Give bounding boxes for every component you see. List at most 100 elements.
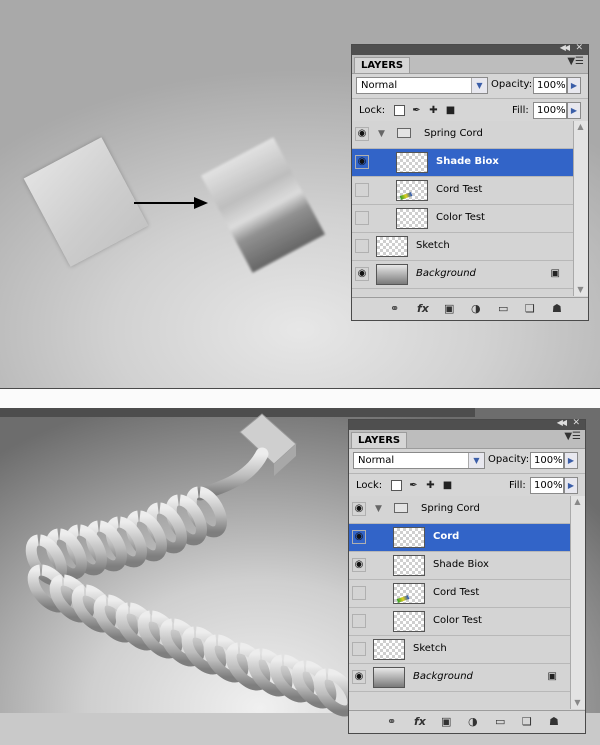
scroll-down-icon[interactable]: ▼ — [571, 697, 584, 709]
lock-brush-icon[interactable]: ✒ — [411, 105, 422, 116]
visibility-eye-icon[interactable] — [352, 530, 366, 544]
tab-layers[interactable]: LAYERS — [351, 432, 408, 448]
layer-thumbnail — [376, 264, 408, 285]
trash-icon[interactable]: ☗ — [549, 715, 559, 728]
layer-row[interactable]: Background ▣ — [352, 261, 574, 289]
tab-layers[interactable]: LAYERS — [354, 57, 411, 73]
expand-triangle-icon[interactable]: ▼ — [378, 129, 385, 139]
layer-row[interactable]: Color Test — [352, 205, 574, 233]
shaded-box-shape — [200, 137, 326, 273]
visibility-eye-icon[interactable] — [352, 558, 366, 572]
visibility-eye-icon[interactable] — [355, 183, 369, 197]
visibility-eye-icon[interactable] — [352, 642, 366, 656]
visibility-eye-icon[interactable] — [352, 586, 366, 600]
opacity-field[interactable]: 100% — [530, 452, 564, 469]
opacity-label: Opacity: — [491, 79, 533, 90]
chevron-down-icon[interactable]: ▼ — [471, 78, 487, 93]
layer-name: Spring Cord — [421, 503, 480, 514]
blend-mode-value: Normal — [358, 455, 395, 466]
expand-triangle-icon[interactable]: ▼ — [375, 504, 382, 514]
lock-transparent-icon[interactable] — [394, 105, 405, 116]
link-icon[interactable]: ⚭ — [387, 715, 396, 728]
folder-icon[interactable]: ▭ — [498, 302, 508, 315]
link-icon[interactable]: ⚭ — [390, 302, 399, 315]
lock-all-icon[interactable]: ■ — [445, 105, 456, 116]
layer-row[interactable]: Sketch — [352, 233, 574, 261]
panel-menu-icon[interactable]: ▼☰ — [567, 56, 584, 67]
lock-move-icon[interactable]: ✚ — [425, 480, 436, 491]
layer-row[interactable]: Color Test — [349, 608, 571, 636]
visibility-eye-icon[interactable] — [355, 211, 369, 225]
layer-row[interactable]: Cord Test — [349, 580, 571, 608]
opacity-field[interactable]: 100% — [533, 77, 567, 94]
new-layer-icon[interactable]: ❑ — [525, 302, 535, 315]
color-stroke-mark — [396, 595, 410, 603]
layer-row[interactable]: Shade Biox — [349, 552, 571, 580]
adjustment-icon[interactable]: ◑ — [471, 302, 481, 315]
lock-badge-icon: ▣ — [547, 671, 557, 682]
mask-icon[interactable]: ▣ — [441, 715, 451, 728]
lock-all-icon[interactable]: ■ — [442, 480, 453, 491]
fx-icon[interactable]: fx — [417, 302, 429, 315]
layer-row[interactable]: Background ▣ — [349, 664, 571, 692]
visibility-eye-icon[interactable] — [352, 614, 366, 628]
layer-row[interactable]: Sketch — [349, 636, 571, 664]
chevron-down-icon[interactable]: ▼ — [468, 453, 484, 468]
opacity-arrow-icon[interactable]: ▶ — [567, 77, 581, 94]
adjustment-icon[interactable]: ◑ — [468, 715, 478, 728]
layer-thumbnail — [396, 180, 428, 201]
lock-transparent-icon[interactable] — [391, 480, 402, 491]
layer-thumbnail — [396, 152, 428, 173]
layer-row[interactable]: ▼ Spring Cord — [352, 121, 574, 149]
cord-neck — [193, 447, 269, 501]
layer-row[interactable]: Cord Test — [352, 177, 574, 205]
panel-tab-row: LAYERS ▼☰ — [352, 55, 588, 74]
collapse-icon[interactable]: ◀◀ — [557, 418, 567, 427]
layer-scrollbar[interactable]: ▲ ▼ — [573, 121, 588, 296]
panel-footer: ⚭ fx ▣ ◑ ▭ ❑ ☗ — [349, 710, 585, 733]
blend-mode-select[interactable]: Normal ▼ — [356, 77, 488, 94]
flat-box-shape — [23, 137, 149, 267]
visibility-eye-icon[interactable] — [355, 239, 369, 253]
new-layer-icon[interactable]: ❑ — [522, 715, 532, 728]
fx-icon[interactable]: fx — [414, 715, 426, 728]
scroll-up-icon[interactable]: ▲ — [574, 121, 587, 133]
visibility-eye-icon[interactable] — [355, 267, 369, 281]
panel-tab-row: LAYERS ▼☰ — [349, 430, 585, 449]
close-icon[interactable]: ✕ — [575, 43, 583, 53]
fill-field[interactable]: 100% — [530, 477, 564, 494]
opacity-label: Opacity: — [488, 454, 530, 465]
trash-icon[interactable]: ☗ — [552, 302, 562, 315]
fill-arrow-icon[interactable]: ▶ — [567, 102, 581, 119]
lock-brush-icon[interactable]: ✒ — [408, 480, 419, 491]
layer-row[interactable]: Shade Biox — [352, 149, 574, 177]
visibility-eye-icon[interactable] — [355, 155, 369, 169]
scroll-down-icon[interactable]: ▼ — [574, 284, 587, 296]
panel-menu-icon[interactable]: ▼☰ — [564, 431, 581, 442]
blend-mode-select[interactable]: Normal ▼ — [353, 452, 485, 469]
visibility-eye-icon[interactable] — [352, 670, 366, 684]
visibility-eye-icon[interactable] — [352, 502, 366, 516]
opacity-arrow-icon[interactable]: ▶ — [564, 452, 578, 469]
layer-row[interactable]: Cord — [349, 524, 571, 552]
layer-name: Color Test — [433, 615, 482, 626]
group-folder-icon — [394, 503, 408, 513]
panel-titlebar[interactable]: ◀◀ ✕ — [349, 418, 585, 430]
visibility-eye-icon[interactable] — [355, 127, 369, 141]
lock-move-icon[interactable]: ✚ — [428, 105, 439, 116]
layer-name: Color Test — [436, 212, 485, 223]
fill-arrow-icon[interactable]: ▶ — [564, 477, 578, 494]
close-icon[interactable]: ✕ — [572, 418, 580, 428]
folder-icon[interactable]: ▭ — [495, 715, 505, 728]
mask-icon[interactable]: ▣ — [444, 302, 454, 315]
collapse-icon[interactable]: ◀◀ — [560, 43, 570, 52]
layer-list: ▼ Spring Cord Cord Shade Biox Cord Test Color… — [349, 496, 571, 709]
fill-field[interactable]: 100% — [533, 102, 567, 119]
lock-label: Lock: — [356, 480, 383, 491]
blend-row: Normal ▼ Opacity: 100% ▶ — [352, 74, 588, 98]
lock-label: Lock: — [359, 105, 386, 116]
layer-scrollbar[interactable]: ▲ ▼ — [570, 496, 585, 709]
panel-titlebar[interactable]: ◀◀ ✕ — [352, 43, 588, 55]
layer-row[interactable]: ▼ Spring Cord — [349, 496, 571, 524]
scroll-up-icon[interactable]: ▲ — [571, 496, 584, 508]
